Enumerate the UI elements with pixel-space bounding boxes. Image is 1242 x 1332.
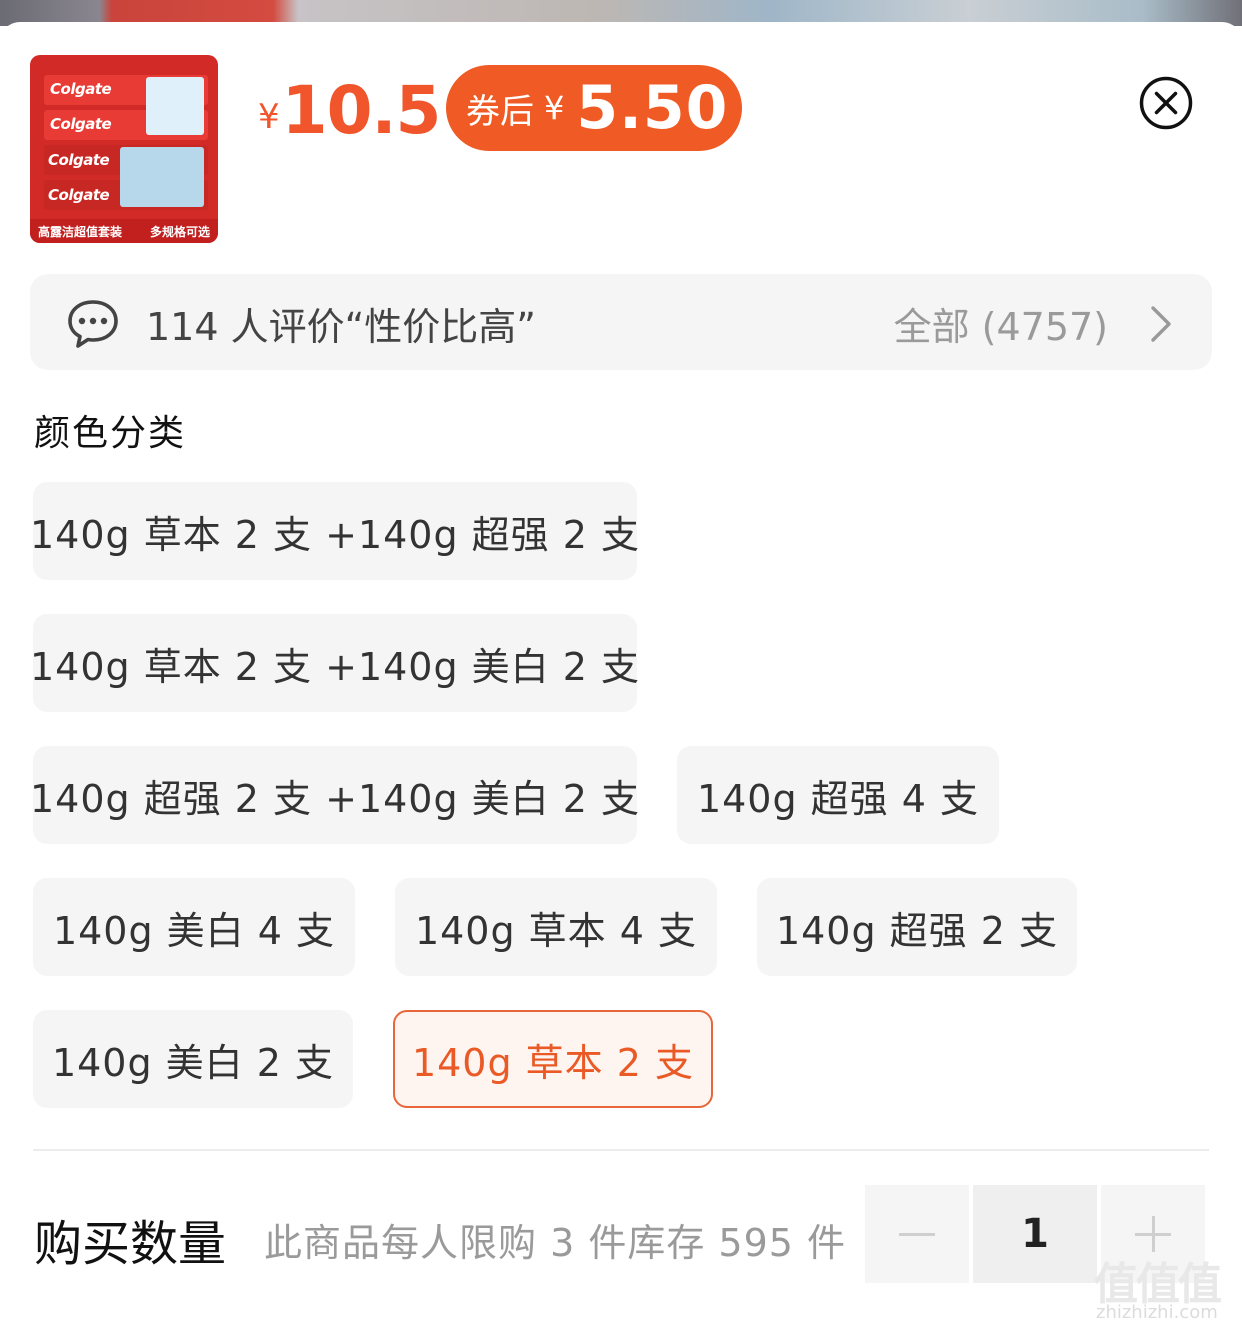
thumb-brand-text: Colgate <box>50 115 112 133</box>
variant-option[interactable]: 140g 超强 2 支 +140g 美白 2 支 <box>30 746 639 844</box>
coupon-price-badge: 券后 ¥ 5.50 <box>446 65 742 151</box>
decrement-button[interactable] <box>865 1185 969 1283</box>
coupon-price: 5.50 <box>576 73 729 143</box>
watermark-url: zhizhizhi.com <box>1096 1302 1218 1323</box>
thumb-brand-text: Colgate <box>50 80 112 98</box>
thumb-brand-text: Colgate <box>48 151 110 169</box>
price-value: 10.5 <box>281 71 442 149</box>
plus-icon-stroke <box>1152 1216 1155 1252</box>
thumb-footer: 高露洁超值套装 多规格可选 <box>30 219 218 243</box>
review-summary-bar[interactable]: 114 人评价“性价比高” 全部 (4757) <box>30 274 1212 370</box>
close-circle-icon <box>1139 76 1193 130</box>
variant-option[interactable]: 140g 超强 4 支 <box>677 746 999 844</box>
thumb-tag-right: 多规格可选 <box>149 224 210 239</box>
minus-icon <box>899 1233 935 1236</box>
product-thumbnail: Colgate Colgate Colgate Colgate 高露洁超值套装 … <box>30 55 218 243</box>
thumb-tag-left: 高露洁超值套装 <box>38 224 123 239</box>
review-highlight-text: 114 人评价“性价比高” <box>146 305 536 349</box>
purchase-limit-note: 此商品每人限购 3 件库存 595 件 <box>264 1221 847 1265</box>
variant-option[interactable]: 140g 美白 2 支 <box>33 1010 353 1108</box>
variant-option[interactable]: 140g 草本 2 支 +140g 超强 2 支 <box>30 482 639 580</box>
thumb-packshot <box>120 147 204 207</box>
divider <box>33 1149 1209 1151</box>
variant-option[interactable]: 140g 美白 4 支 <box>33 878 355 976</box>
price: ¥ 10.5 <box>258 70 442 150</box>
quantity-label: 购买数量 <box>34 1216 227 1272</box>
variant-section-title: 颜色分类 <box>34 413 187 454</box>
variant-option[interactable]: 140g 草本 4 支 <box>395 878 717 976</box>
variant-option[interactable]: 140g 超强 2 支 <box>757 878 1077 976</box>
quantity-value[interactable]: 1 <box>973 1185 1097 1283</box>
chevron-right-icon <box>1151 306 1171 342</box>
coupon-label: 券后 <box>466 91 534 132</box>
close-button[interactable] <box>1138 75 1194 131</box>
all-reviews-link[interactable]: 全部 (4757) <box>894 296 1108 351</box>
variant-option-selected[interactable]: 140g 草本 2 支 <box>393 1010 713 1108</box>
chat-bubble-icon <box>68 300 118 348</box>
thumb-packshot <box>146 77 204 135</box>
variant-option[interactable]: 140g 草本 2 支 +140g 美白 2 支 <box>30 614 639 712</box>
currency-symbol: ¥ <box>258 97 280 137</box>
thumb-brand-text: Colgate <box>48 186 110 204</box>
coupon-currency: ¥ <box>544 89 565 127</box>
